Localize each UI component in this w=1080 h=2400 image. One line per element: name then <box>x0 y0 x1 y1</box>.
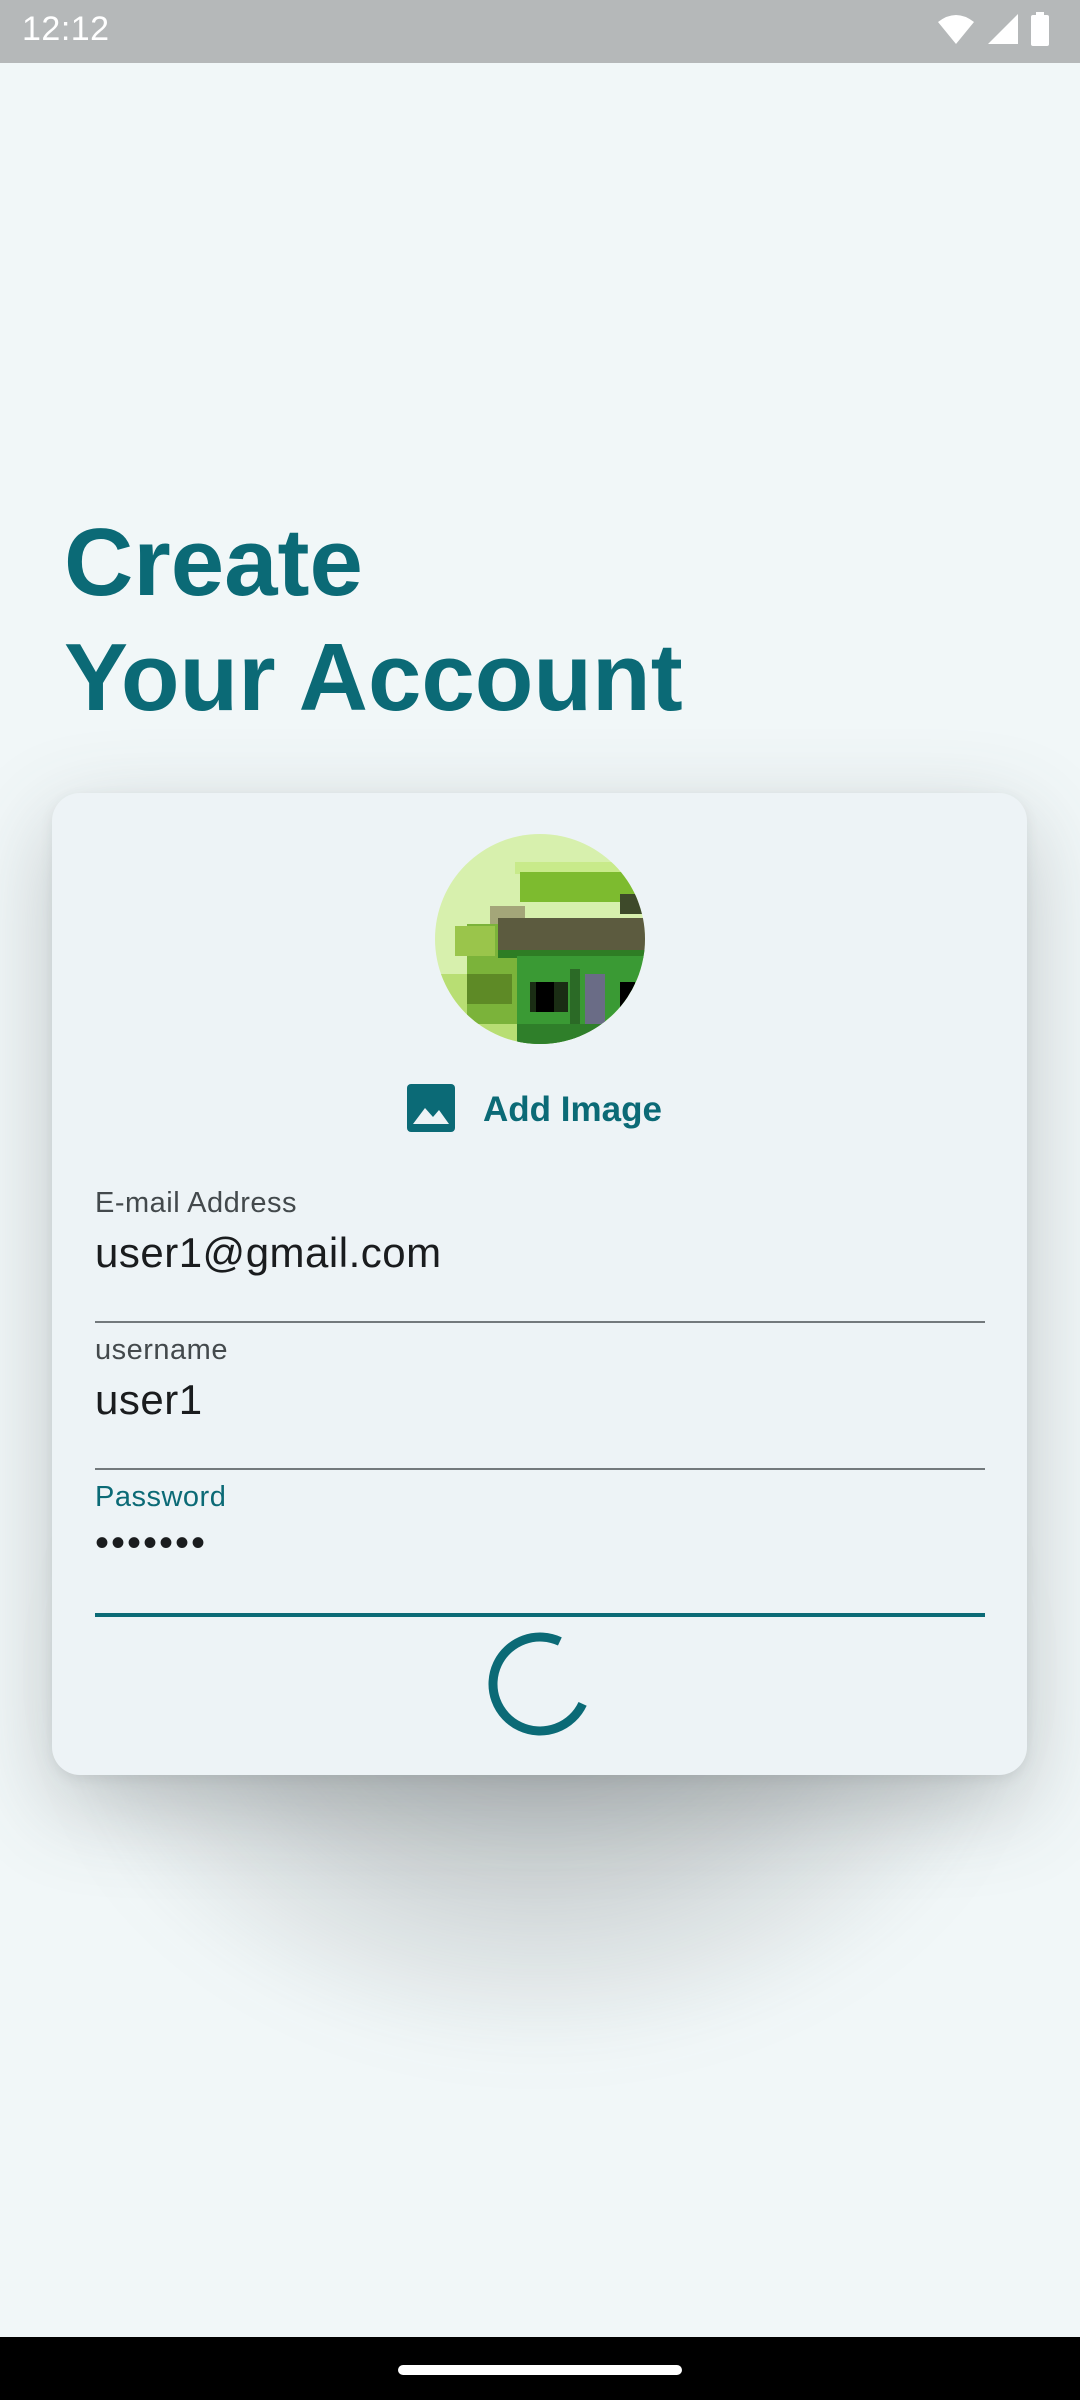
add-image-label: Add Image <box>483 1090 662 1129</box>
wifi-icon <box>936 12 976 51</box>
signup-card: Add Image E-mail Address user1@gmail.com… <box>52 793 1027 1775</box>
password-field-value: ••••••• <box>95 1521 208 1565</box>
username-field-value: user1 <box>95 1376 203 1423</box>
page-title: Create Your Account <box>64 505 683 735</box>
email-field[interactable]: E-mail Address user1@gmail.com <box>95 1187 985 1323</box>
page-title-line-2: Your Account <box>64 624 683 731</box>
password-field-underline <box>95 1613 985 1617</box>
password-field-label: Password <box>95 1481 227 1513</box>
email-field-label: E-mail Address <box>95 1187 298 1219</box>
password-field[interactable]: Password ••••••• <box>95 1481 985 1617</box>
progress-spinner <box>487 1631 593 1737</box>
battery-icon <box>1030 11 1050 51</box>
status-bar: 12:12 <box>0 0 1080 63</box>
username-field-label: username <box>95 1334 228 1366</box>
signal-icon <box>986 12 1020 51</box>
status-time: 12:12 <box>22 10 110 48</box>
navigation-bar <box>0 2337 1080 2400</box>
page-title-line-1: Create <box>64 509 363 616</box>
avatar-image <box>435 834 645 1044</box>
status-icons <box>936 11 1050 51</box>
avatar[interactable] <box>435 834 645 1044</box>
image-icon <box>407 1083 455 1137</box>
username-field-underline <box>95 1468 985 1470</box>
username-field[interactable]: username user1 <box>95 1334 985 1470</box>
home-indicator[interactable] <box>398 2365 682 2375</box>
add-image-button[interactable]: Add Image <box>407 1083 662 1137</box>
email-field-underline <box>95 1321 985 1323</box>
email-field-value: user1@gmail.com <box>95 1229 442 1276</box>
